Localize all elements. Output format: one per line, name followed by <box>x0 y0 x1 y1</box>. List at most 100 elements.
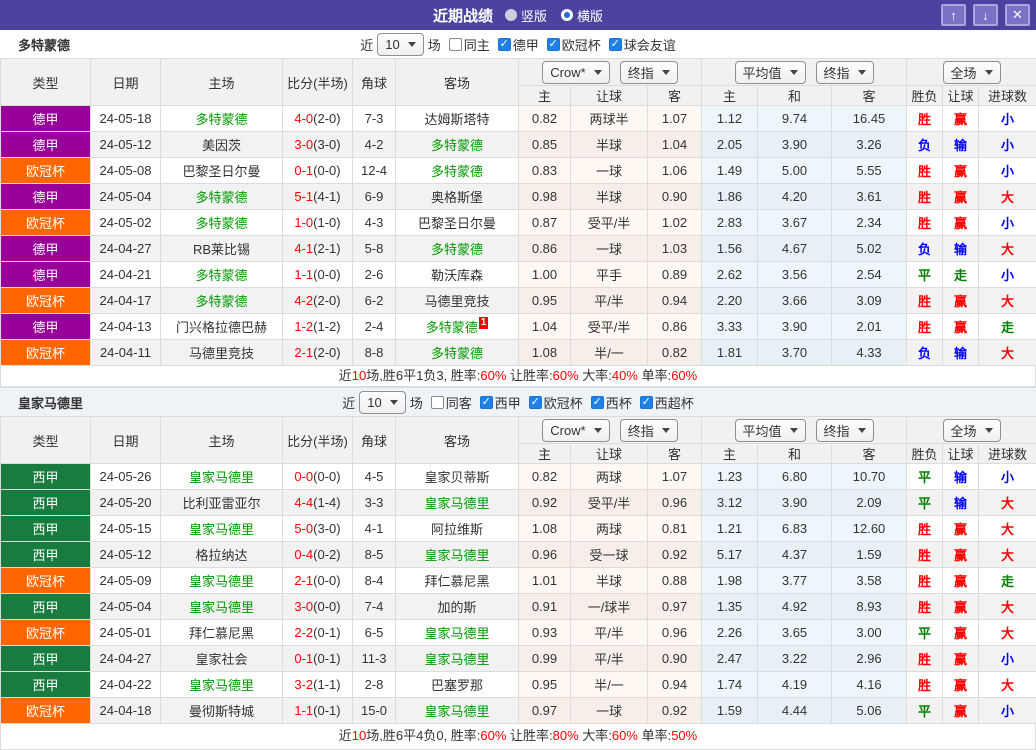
view-option-horizontal[interactable]: 横版 <box>561 6 603 25</box>
result-goals: 大 <box>979 542 1036 568</box>
away-team-link[interactable]: 马德里竞技 <box>396 288 519 314</box>
away-team-link[interactable]: 多特蒙德 <box>396 340 519 366</box>
score[interactable]: 2-2(0-1) <box>283 620 353 646</box>
away-team-link[interactable]: 皇家马德里 <box>396 646 519 672</box>
average-select[interactable]: 平均值 <box>735 419 806 442</box>
scope-select[interactable]: 全场 <box>943 419 1001 442</box>
away-team-link[interactable]: 皇家贝蒂斯 <box>396 464 519 490</box>
move-down-button[interactable]: ↓ <box>973 4 998 26</box>
away-team-link[interactable]: 多特蒙德 <box>396 132 519 158</box>
score[interactable]: 5-1(4-1) <box>283 184 353 210</box>
away-team-link[interactable]: 皇家马德里 <box>396 698 519 724</box>
away-team-link[interactable]: 加的斯 <box>396 594 519 620</box>
home-team-link[interactable]: 皇家马德里 <box>161 594 283 620</box>
home-team-link[interactable]: 比利亚雷亚尔 <box>161 490 283 516</box>
result-outcome: 负 <box>907 132 943 158</box>
away-team-link[interactable]: 多特蒙德 <box>396 236 519 262</box>
score[interactable]: 0-4(0-2) <box>283 542 353 568</box>
home-team-link[interactable]: 多特蒙德 <box>161 106 283 132</box>
results-table: 类型日期主场比分(半场)角球客场Crow*终指平均值终指全场主让球客主和客胜负让… <box>0 58 1036 366</box>
match-count-select[interactable]: 10 <box>359 391 405 414</box>
score[interactable]: 0-0(0-0) <box>283 464 353 490</box>
avg-draw: 3.90 <box>758 490 832 516</box>
competition-checkbox-3[interactable]: ✓西超杯 <box>640 393 694 412</box>
odds-final-select[interactable]: 终指 <box>620 61 678 84</box>
competition-checkbox-1[interactable]: ✓欧冠杯 <box>529 393 583 412</box>
competition-checkbox-0[interactable]: ✓西甲 <box>480 393 521 412</box>
score[interactable]: 3-0(3-0) <box>283 132 353 158</box>
competition-checkbox-2[interactable]: ✓球会友谊 <box>609 35 676 54</box>
away-team-link[interactable]: 拜仁慕尼黑 <box>396 568 519 594</box>
avg-final-select[interactable]: 终指 <box>816 419 874 442</box>
home-team-link[interactable]: 皇家社会 <box>161 646 283 672</box>
score[interactable]: 0-1(0-0) <box>283 158 353 184</box>
avg-away: 10.70 <box>832 464 907 490</box>
score[interactable]: 0-1(0-1) <box>283 646 353 672</box>
home-team-link[interactable]: 皇家马德里 <box>161 464 283 490</box>
scope-select[interactable]: 全场 <box>943 61 1001 84</box>
checkbox-icon: ✓ <box>547 38 560 51</box>
away-team-link[interactable]: 勒沃库森 <box>396 262 519 288</box>
move-up-button[interactable]: ↑ <box>941 4 966 26</box>
corners: 8-4 <box>353 568 396 594</box>
away-team-link[interactable]: 皇家马德里 <box>396 542 519 568</box>
league-badge: 欧冠杯 <box>1 620 91 646</box>
match-date: 24-04-17 <box>91 288 161 314</box>
view-option-vertical[interactable]: 竖版 <box>505 6 547 25</box>
away-team-link[interactable]: 多特蒙德1 <box>396 314 519 340</box>
avg-final-select[interactable]: 终指 <box>816 61 874 84</box>
bookmaker-select[interactable]: Crow* <box>542 61 609 84</box>
away-team-link[interactable]: 巴塞罗那 <box>396 672 519 698</box>
home-team-link[interactable]: 美因茨 <box>161 132 283 158</box>
score[interactable]: 1-1(0-0) <box>283 262 353 288</box>
home-team-link[interactable]: 皇家马德里 <box>161 568 283 594</box>
home-team-link[interactable]: 多特蒙德 <box>161 210 283 236</box>
odds-final-select[interactable]: 终指 <box>620 419 678 442</box>
home-team-link[interactable]: 多特蒙德 <box>161 262 283 288</box>
match-date: 24-05-12 <box>91 542 161 568</box>
score[interactable]: 1-0(1-0) <box>283 210 353 236</box>
average-select[interactable]: 平均值 <box>735 61 806 84</box>
home-team-link[interactable]: 多特蒙德 <box>161 184 283 210</box>
score[interactable]: 2-1(0-0) <box>283 568 353 594</box>
score[interactable]: 4-1(2-1) <box>283 236 353 262</box>
home-team-link[interactable]: 多特蒙德 <box>161 288 283 314</box>
home-team-link[interactable]: RB莱比锡 <box>161 236 283 262</box>
score[interactable]: 2-1(2-0) <box>283 340 353 366</box>
bookmaker-select[interactable]: Crow* <box>542 419 609 442</box>
score[interactable]: 5-0(3-0) <box>283 516 353 542</box>
home-team-link[interactable]: 格拉纳达 <box>161 542 283 568</box>
competition-checkbox-2[interactable]: ✓西杯 <box>591 393 632 412</box>
score[interactable]: 3-0(0-0) <box>283 594 353 620</box>
home-team-link[interactable]: 门兴格拉德巴赫 <box>161 314 283 340</box>
radio-label: 横版 <box>577 6 603 25</box>
away-team-link[interactable]: 奥格斯堡 <box>396 184 519 210</box>
avg-draw: 3.65 <box>758 620 832 646</box>
same-venue-checkbox[interactable]: 同客 <box>431 393 472 412</box>
odds-away: 0.90 <box>648 184 702 210</box>
away-team-link[interactable]: 阿拉维斯 <box>396 516 519 542</box>
competition-checkbox-1[interactable]: ✓欧冠杯 <box>547 35 601 54</box>
home-team-link[interactable]: 巴黎圣日尔曼 <box>161 158 283 184</box>
competition-checkbox-0[interactable]: ✓德甲 <box>498 35 539 54</box>
score[interactable]: 4-4(1-4) <box>283 490 353 516</box>
score[interactable]: 4-2(2-0) <box>283 288 353 314</box>
home-team-link[interactable]: 曼彻斯特城 <box>161 698 283 724</box>
away-team-link[interactable]: 皇家马德里 <box>396 620 519 646</box>
score[interactable]: 3-2(1-1) <box>283 672 353 698</box>
match-date: 24-04-11 <box>91 340 161 366</box>
score[interactable]: 4-0(2-0) <box>283 106 353 132</box>
away-team-link[interactable]: 达姆斯塔特 <box>396 106 519 132</box>
match-count-select[interactable]: 10 <box>377 33 423 56</box>
away-team-link[interactable]: 皇家马德里 <box>396 490 519 516</box>
away-team-link[interactable]: 巴黎圣日尔曼 <box>396 210 519 236</box>
away-team-link[interactable]: 多特蒙德 <box>396 158 519 184</box>
home-team-link[interactable]: 皇家马德里 <box>161 516 283 542</box>
home-team-link[interactable]: 马德里竞技 <box>161 340 283 366</box>
score[interactable]: 1-2(1-2) <box>283 314 353 340</box>
home-team-link[interactable]: 拜仁慕尼黑 <box>161 620 283 646</box>
score[interactable]: 1-1(0-1) <box>283 698 353 724</box>
home-team-link[interactable]: 皇家马德里 <box>161 672 283 698</box>
same-venue-checkbox[interactable]: 同主 <box>449 35 490 54</box>
close-button[interactable]: ✕ <box>1005 4 1030 26</box>
